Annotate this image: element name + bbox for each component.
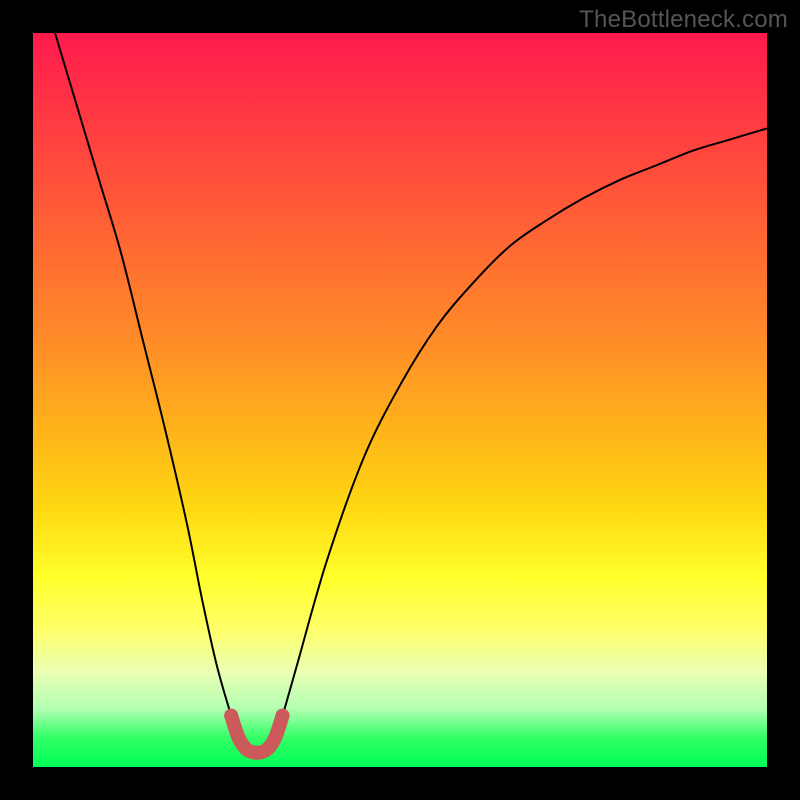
highlight-marker — [268, 731, 282, 745]
watermark-text: TheBottleneck.com — [579, 6, 788, 34]
highlight-marker — [276, 709, 290, 723]
chart-svg — [33, 33, 767, 767]
chart-plot-area — [33, 33, 767, 767]
bottleneck-curve — [55, 33, 767, 753]
highlight-marker — [224, 709, 238, 723]
highlight-markers — [224, 709, 289, 760]
